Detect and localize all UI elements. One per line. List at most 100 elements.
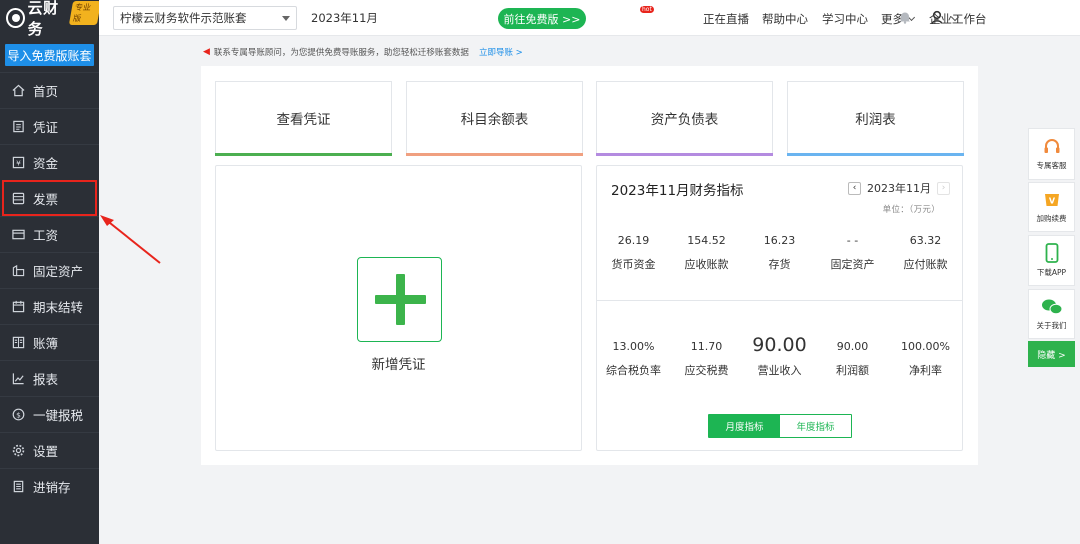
svg-text:$: $ xyxy=(16,410,21,419)
speaker-icon: ◀ xyxy=(203,47,210,57)
sidebar-item-label: 首页 xyxy=(33,84,59,99)
float-customer-service[interactable]: 专属客服 xyxy=(1028,128,1075,180)
wechat-icon xyxy=(1041,299,1062,314)
sidebar-item-fixed-asset[interactable]: 固定资产 xyxy=(0,252,99,288)
asset-icon xyxy=(11,264,25,278)
float-renew[interactable]: V 加购续费 xyxy=(1028,182,1075,232)
metric-fixed-assets: - - 固定资产 xyxy=(816,234,889,272)
sidebar-item-salary[interactable]: 工资 xyxy=(0,216,99,252)
quick-card-view-voucher[interactable]: 查看凭证 xyxy=(215,81,392,156)
chart-icon xyxy=(11,372,25,386)
sidebar-item-label: 报表 xyxy=(33,372,59,387)
metric-value: 16.23 xyxy=(763,234,796,247)
metric-receivables: 154.52 应收账款 xyxy=(670,234,743,272)
sidebar-item-label: 固定资产 xyxy=(33,264,84,279)
metric-value: 26.19 xyxy=(617,234,650,247)
vip-icon: V xyxy=(1044,193,1059,206)
financial-indicators-card: 2023年11月财务指标 ‹ 2023年11月 › 单位：（万元） 26.19 货… xyxy=(596,165,963,451)
quick-card-bar xyxy=(596,153,773,156)
help-center-link[interactable]: 帮助中心 xyxy=(762,11,808,27)
new-voucher-card[interactable]: 新增凭证 xyxy=(215,165,582,451)
metric-label: 固定资产 xyxy=(830,258,875,271)
metric-net-margin: 100.00% 净利率 xyxy=(889,340,962,378)
float-label: 下载APP xyxy=(1036,268,1067,277)
metric-label: 存货 xyxy=(768,258,791,271)
metric-value: 63.32 xyxy=(909,234,942,247)
metric-cash: 26.19 货币资金 xyxy=(597,234,670,272)
sidebar-item-settings[interactable]: 设置 xyxy=(0,432,99,468)
main-panel: 查看凭证 科目余额表 资产负债表 利润表 新增凭证 2023年11月财务指标 ‹… xyxy=(201,66,978,465)
float-label: 加购续费 xyxy=(1036,213,1067,223)
metric-label: 利润额 xyxy=(836,364,869,377)
headset-icon xyxy=(1044,138,1059,153)
user-avatar-icon[interactable] xyxy=(930,10,944,24)
sidebar-item-tax[interactable]: $ 一键报税 xyxy=(0,396,99,432)
sidebar-item-period-closing[interactable]: 期末结转 xyxy=(0,288,99,324)
current-period: 2023年11月 xyxy=(311,10,378,25)
calendar-icon xyxy=(11,300,25,314)
quick-card-trial-balance[interactable]: 科目余额表 xyxy=(406,81,583,156)
sidebar-item-label: 一键报税 xyxy=(33,408,84,423)
sidebar-item-inventory[interactable]: 进销存 xyxy=(0,468,99,504)
sidebar-item-label: 期末结转 xyxy=(33,300,84,315)
inventory-icon xyxy=(11,480,25,494)
new-voucher-button[interactable] xyxy=(357,257,442,342)
quick-card-label: 资产负债表 xyxy=(650,111,719,128)
sidebar-item-label: 设置 xyxy=(33,444,59,459)
metric-value: 13.00% xyxy=(612,340,655,353)
metric-value: 100.00% xyxy=(901,340,950,353)
notice-bar: ◀ 联系专属导账顾问，为您提供免费导账服务，助您轻松迁移账套数据 立即导账 > xyxy=(203,46,523,58)
divider xyxy=(597,300,962,301)
bell-icon[interactable] xyxy=(898,10,912,24)
metric-value: 11.70 xyxy=(690,340,723,353)
notice-text: 联系专属导账顾问，为您提供免费导账服务，助您轻松迁移账套数据 xyxy=(213,48,469,58)
fund-icon: ¥ xyxy=(11,156,25,170)
go-free-version-button[interactable]: 前往免费版 >> xyxy=(498,8,586,29)
sidebar-item-report[interactable]: 报表 xyxy=(0,360,99,396)
hide-panel-button[interactable]: 隐藏 > xyxy=(1028,341,1075,367)
quick-card-bar xyxy=(406,153,583,156)
account-select[interactable]: 柠檬云财务软件示范账套 xyxy=(113,5,297,30)
import-now-link[interactable]: 立即导账 > xyxy=(479,46,523,58)
indicators-row-income: 13.00% 综合税负率 11.70 应交税费 90.00 营业收入 90.00 利润额… xyxy=(597,334,962,378)
float-about-us[interactable]: 关于我们 xyxy=(1028,289,1075,339)
metric-label: 应交税费 xyxy=(684,364,729,377)
tab-monthly[interactable]: 月度指标 xyxy=(709,415,780,437)
import-free-account-button[interactable]: 导入免费版账套 xyxy=(5,44,94,66)
tab-yearly[interactable]: 年度指标 xyxy=(780,415,851,437)
logo-icon xyxy=(6,8,25,28)
sidebar-nav: 首页 凭证 ¥ 资金 发票 工资 固定资产 期末结转 账簿 报表 $ 一键报税 … xyxy=(0,72,99,504)
gear-icon xyxy=(11,444,25,458)
indicators-row-balance: 26.19 货币资金 154.52 应收账款 16.23 存货 - - 固定资产 63.… xyxy=(597,234,962,272)
sidebar-item-invoice[interactable]: 发票 xyxy=(2,180,97,216)
prev-month-button[interactable]: ‹ xyxy=(848,181,861,195)
metric-label: 应付账款 xyxy=(903,258,948,271)
ledger-icon xyxy=(11,336,25,350)
sidebar-item-voucher[interactable]: 凭证 xyxy=(0,108,99,144)
metric-label: 货币资金 xyxy=(611,258,656,271)
sidebar-item-label: 账簿 xyxy=(33,336,59,351)
month-label: 2023年11月 xyxy=(867,182,931,195)
metric-value: 90.00 xyxy=(752,334,807,356)
unit-label: 单位：（万元） xyxy=(882,205,940,215)
sidebar-item-fund[interactable]: ¥ 资金 xyxy=(0,144,99,180)
quick-card-label: 查看凭证 xyxy=(276,111,331,128)
logo[interactable]: 云财务 专业版 xyxy=(0,0,102,38)
metric-taxes-payable: 11.70 应交税费 xyxy=(670,340,743,378)
month-switcher: ‹ 2023年11月 › xyxy=(848,180,950,196)
account-select-value: 柠檬云财务软件示范账套 xyxy=(120,10,247,25)
metric-label: 净利率 xyxy=(909,364,942,377)
sidebar-item-home[interactable]: 首页 xyxy=(0,72,99,108)
home-icon xyxy=(11,84,25,98)
next-month-button[interactable]: › xyxy=(937,181,950,195)
sidebar-item-label: 资金 xyxy=(33,156,59,171)
learning-center-link[interactable]: 学习中心 xyxy=(822,11,868,27)
quick-card-income-statement[interactable]: 利润表 xyxy=(787,81,964,156)
live-link[interactable]: 正在直播 xyxy=(703,11,749,27)
sidebar-item-ledger[interactable]: 账簿 xyxy=(0,324,99,360)
quick-card-balance-sheet[interactable]: 资产负债表 xyxy=(596,81,773,156)
sidebar-item-label: 进销存 xyxy=(33,480,71,495)
float-download-app[interactable]: 下载APP xyxy=(1028,235,1075,286)
metric-value: 154.52 xyxy=(687,234,726,247)
quick-card-bar xyxy=(787,153,964,156)
